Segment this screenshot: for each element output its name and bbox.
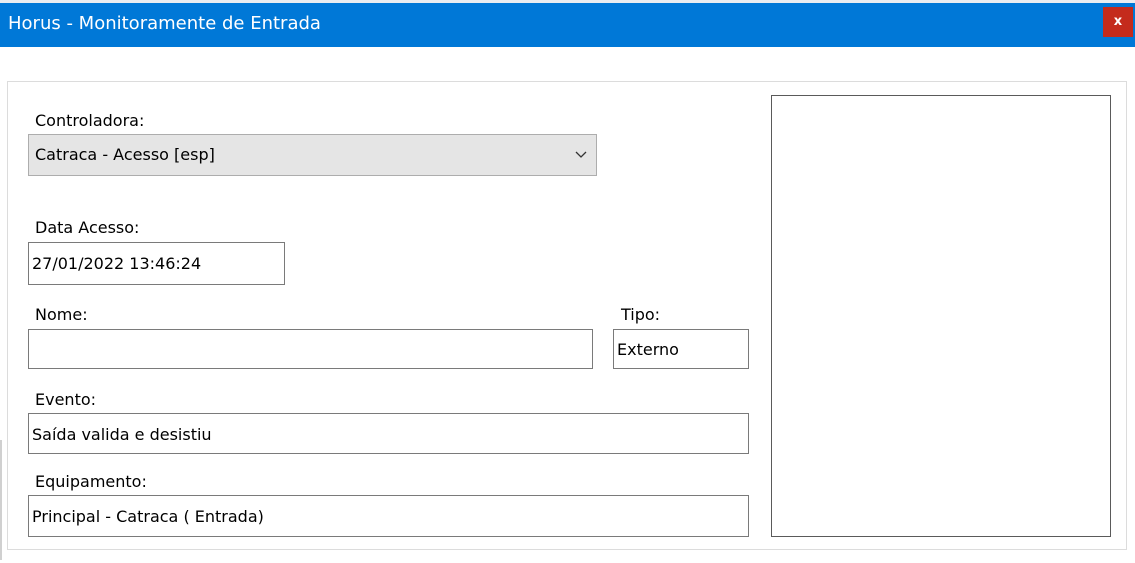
tipo-label: Tipo: bbox=[621, 305, 661, 324]
close-button[interactable]: x bbox=[1103, 7, 1133, 37]
evento-value: Saída valida e desistiu bbox=[32, 425, 212, 444]
data-acesso-field[interactable]: 27/01/2022 13:46:24 bbox=[28, 242, 285, 285]
title-bar: Horus - Monitoramente de Entrada x bbox=[0, 0, 1135, 47]
data-acesso-label: Data Acesso: bbox=[35, 218, 140, 237]
photo-frame bbox=[771, 95, 1111, 537]
controladora-select[interactable]: Catraca - Acesso [esp] bbox=[28, 134, 597, 176]
close-icon: x bbox=[1113, 14, 1123, 29]
controladora-selected-value: Catraca - Acesso [esp] bbox=[35, 145, 215, 164]
window-title: Horus - Monitoramente de Entrada bbox=[8, 13, 321, 34]
data-acesso-value: 27/01/2022 13:46:24 bbox=[32, 254, 202, 273]
left-edge-divider bbox=[0, 440, 2, 560]
equipamento-label: Equipamento: bbox=[35, 472, 147, 491]
nome-field[interactable] bbox=[28, 329, 593, 369]
title-bar-top-strip bbox=[0, 0, 1135, 3]
controladora-label: Controladora: bbox=[35, 111, 145, 130]
nome-label: Nome: bbox=[35, 305, 88, 324]
chevron-down-icon bbox=[575, 151, 587, 158]
equipamento-field[interactable]: Principal - Catraca ( Entrada) bbox=[28, 495, 749, 537]
tipo-field[interactable]: Externo bbox=[613, 329, 749, 369]
evento-field[interactable]: Saída valida e desistiu bbox=[28, 413, 749, 454]
tipo-value: Externo bbox=[617, 340, 679, 359]
evento-label: Evento: bbox=[35, 390, 97, 409]
equipamento-value: Principal - Catraca ( Entrada) bbox=[32, 507, 264, 526]
